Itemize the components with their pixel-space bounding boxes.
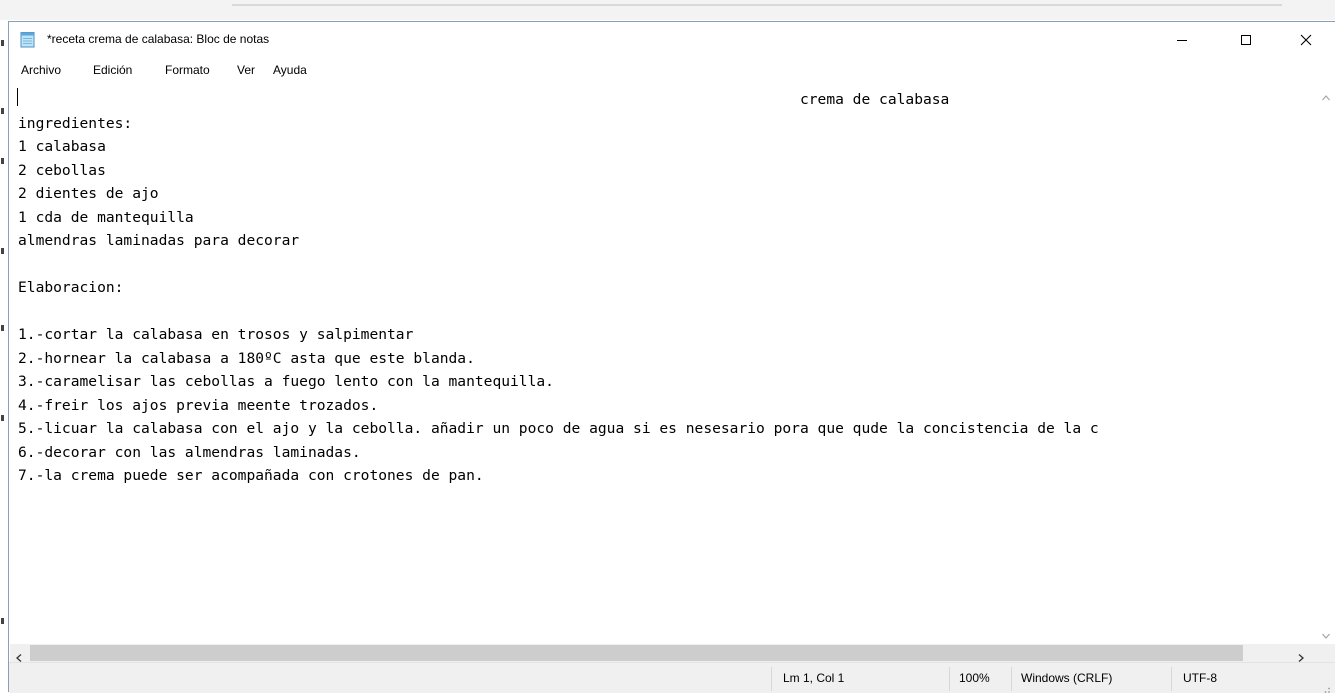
minimize-icon [1176, 31, 1188, 50]
status-divider [949, 667, 950, 691]
edge-mark [1, 415, 4, 421]
menu-ayuda[interactable]: Ayuda [273, 63, 307, 77]
menu-archivo[interactable]: Archivo [21, 63, 61, 77]
status-divider [771, 667, 772, 691]
scroll-right-icon[interactable] [1296, 648, 1306, 662]
menu-formato[interactable]: Formato [165, 63, 210, 77]
close-icon [1300, 31, 1312, 50]
edge-mark [1, 40, 4, 46]
background-window-edge [0, 20, 8, 692]
title-bar[interactable]: *receta crema de calabasa: Bloc de notas [9, 22, 1335, 59]
maximize-button[interactable] [1223, 22, 1269, 59]
close-button[interactable] [1283, 22, 1329, 59]
zoom-level: 100% [959, 671, 990, 685]
background-window-strip [0, 0, 1335, 20]
menu-edicion[interactable]: Edición [93, 63, 132, 77]
edge-mark [1, 618, 4, 624]
scroll-left-icon[interactable] [14, 648, 24, 662]
minimize-button[interactable] [1159, 22, 1205, 59]
menu-ver[interactable]: Ver [237, 63, 255, 77]
notepad-window[interactable]: *receta crema de calabasa: Bloc de notas… [8, 21, 1335, 693]
text-editor[interactable]: crema de calabasa ingredientes: 1 calaba… [10, 82, 1317, 644]
cursor-position: Lm 1, Col 1 [783, 671, 845, 685]
line-ending: Windows (CRLF) [1021, 671, 1113, 685]
vertical-scrollbar[interactable] [1317, 82, 1335, 662]
resize-grip-icon[interactable] [1319, 679, 1331, 693]
edge-mark [1, 325, 4, 331]
edge-mark [1, 108, 4, 114]
status-bar: Lm 1, Col 1 100% Windows (CRLF) UTF-8 [9, 662, 1335, 693]
horizontal-scrollbar[interactable] [10, 644, 1317, 662]
document-text[interactable]: crema de calabasa ingredientes: 1 calaba… [18, 88, 1099, 488]
status-divider [1011, 667, 1012, 691]
background-divider [232, 4, 1282, 6]
encoding: UTF-8 [1183, 671, 1217, 685]
scrollbar-corner [1317, 644, 1335, 662]
maximize-icon [1240, 31, 1252, 50]
scroll-up-icon[interactable] [1321, 88, 1331, 101]
menu-bar: Archivo Edición Formato Ver Ayuda [9, 59, 1335, 81]
scroll-down-icon[interactable] [1321, 626, 1331, 639]
edge-mark [1, 248, 4, 254]
status-divider [1171, 667, 1172, 691]
window-title: *receta crema de calabasa: Bloc de notas [47, 32, 270, 46]
horizontal-scroll-thumb[interactable] [30, 645, 1243, 661]
notepad-icon[interactable] [20, 31, 36, 48]
edge-mark [1, 158, 4, 164]
